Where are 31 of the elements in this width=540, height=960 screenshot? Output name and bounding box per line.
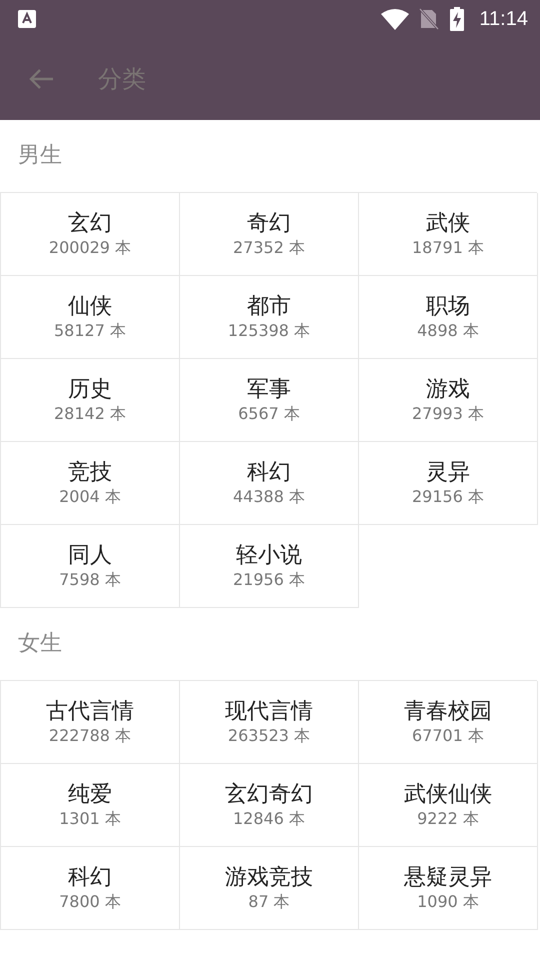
category-cell[interactable]: 轻小说 21956 本 — [180, 525, 359, 608]
category-cell[interactable]: 职场 4898 本 — [359, 276, 538, 359]
status-time: 11:14 — [479, 8, 528, 30]
category-cell[interactable]: 现代言情 263523 本 — [180, 681, 359, 764]
category-cell[interactable]: 武侠 18791 本 — [359, 193, 538, 276]
battery-charging-icon — [449, 7, 466, 31]
category-cell[interactable]: 纯爱 1301 本 — [1, 764, 180, 847]
category-cell[interactable]: 古代言情 222788 本 — [1, 681, 180, 764]
back-arrow-icon — [28, 68, 54, 90]
category-cell[interactable]: 仙侠 58127 本 — [1, 276, 180, 359]
no-sim-icon — [419, 8, 440, 30]
category-cell[interactable]: 竞技 2004 本 — [1, 442, 180, 525]
section-heading: 女生 — [17, 630, 63, 658]
category-cell[interactable]: 同人 7598 本 — [1, 525, 180, 608]
category-cell[interactable]: 青春校园 67701 本 — [359, 681, 538, 764]
category-cell[interactable]: 灵异 29156 本 — [359, 442, 538, 525]
category-cell[interactable]: 都市 125398 本 — [180, 276, 359, 359]
category-cell[interactable]: 历史 28142 本 — [1, 359, 180, 442]
category-cell[interactable]: 玄幻奇幻 12846 本 — [180, 764, 359, 847]
category-cell[interactable]: 军事 6567 本 — [180, 359, 359, 442]
category-cell[interactable]: 奇幻 27352 本 — [180, 193, 359, 276]
category-cell[interactable]: 科幻 7800 本 — [1, 847, 180, 930]
category-cell[interactable]: 游戏 27993 本 — [359, 359, 538, 442]
category-cell[interactable]: 游戏竞技 87 本 — [180, 847, 359, 930]
section-heading: 男生 — [17, 142, 63, 170]
category-cell[interactable]: 悬疑灵异 1090 本 — [359, 847, 538, 930]
keyboard-app-icon — [18, 10, 36, 28]
category-cell[interactable]: 玄幻 200029 本 — [1, 193, 180, 276]
category-cell[interactable]: 科幻 44388 本 — [180, 442, 359, 525]
category-cell[interactable]: 武侠仙侠 9222 本 — [359, 764, 538, 847]
wifi-icon — [381, 8, 410, 30]
